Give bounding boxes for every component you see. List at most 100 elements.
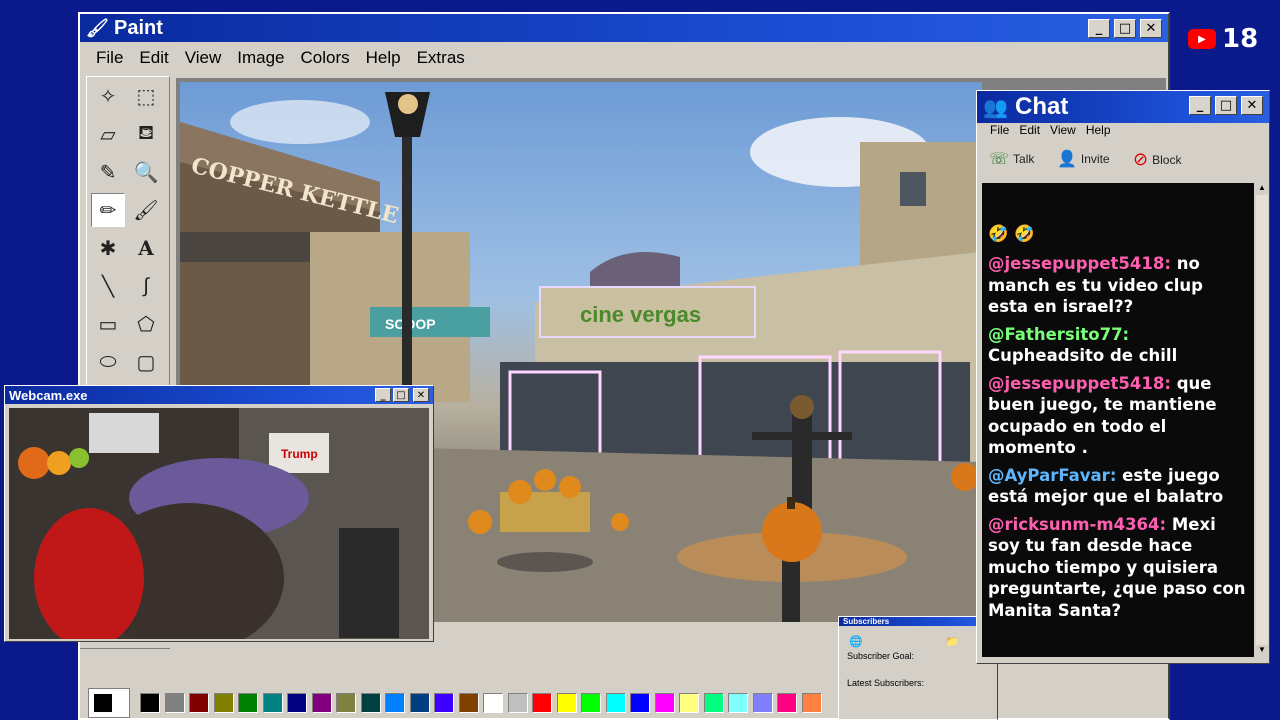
color-swatch[interactable] (679, 693, 699, 713)
chat-scrollbar[interactable]: ▲ ▼ (1256, 183, 1268, 657)
palette-swatches (140, 693, 826, 713)
color-swatch[interactable] (728, 693, 748, 713)
chat-text: Cupheadsito de chill (988, 346, 1178, 365)
menu-file[interactable]: File (88, 46, 131, 70)
magnifier-icon[interactable]: 🔍 (129, 155, 163, 189)
webcam-close-button[interactable]: ✕ (413, 388, 429, 402)
color-swatch[interactable] (336, 693, 356, 713)
color-swatch[interactable] (213, 693, 234, 713)
chat-menu-view[interactable]: View (1045, 123, 1081, 137)
color-swatch[interactable] (581, 693, 601, 713)
color-swatch[interactable] (140, 693, 160, 713)
current-colors[interactable] (88, 688, 130, 718)
webcam-titlebar[interactable]: Webcam.exe _ □ ✕ (5, 386, 433, 404)
airbrush-icon[interactable]: ✱ (91, 231, 125, 265)
brush-icon[interactable]: 🖌 (129, 193, 163, 227)
paint-app-icon: 🖌 (86, 18, 109, 38)
rectangle-icon[interactable]: ▭ (91, 307, 125, 341)
chat-username: @Fathersito77: (988, 324, 1130, 344)
chat-message: @jessepuppet5418: no manch es tu video c… (988, 253, 1248, 318)
menu-view[interactable]: View (177, 46, 230, 70)
chat-menu-help[interactable]: Help (1081, 123, 1116, 137)
color-swatch[interactable] (385, 693, 405, 713)
maximize-button[interactable]: □ (1114, 19, 1136, 38)
color-swatch[interactable] (409, 693, 430, 713)
color-swatch[interactable] (458, 693, 479, 713)
talk-icon: ☏ (989, 151, 1010, 168)
ellipse-icon[interactable]: ⬭ (91, 345, 125, 379)
chat-username: @jessepuppet5418: (988, 254, 1171, 273)
free-select-icon[interactable]: ✧ (91, 79, 125, 113)
color-swatch[interactable] (360, 693, 381, 713)
rounded-rect-icon[interactable]: ▢ (129, 345, 163, 379)
chat-menu-edit[interactable]: Edit (1014, 123, 1045, 137)
text-icon[interactable]: A (129, 231, 163, 265)
chat-title: Chat (1015, 93, 1069, 120)
color-swatch[interactable] (777, 693, 797, 713)
chat-message: @jessepuppet5418: que buen juego, te man… (988, 373, 1248, 459)
color-swatch[interactable] (189, 693, 209, 713)
talk-label: Talk (1013, 152, 1035, 166)
subscribers-title: Subscribers (843, 617, 890, 626)
color-swatch[interactable] (556, 693, 577, 713)
line-icon[interactable]: ╲ (91, 269, 125, 303)
color-swatch[interactable] (311, 693, 332, 713)
poster-label: Trump (281, 447, 318, 461)
rect-select-icon[interactable]: ⬚ (129, 79, 163, 113)
chat-message: @ricksunm-m4364: Mexi soy tu fan desde h… (988, 514, 1248, 622)
chat-menu-file[interactable]: File (985, 123, 1014, 137)
color-swatch[interactable] (238, 693, 258, 713)
webcam-drawing: Trump (9, 408, 429, 639)
fill-icon[interactable]: ⛾ (129, 117, 163, 151)
menu-edit[interactable]: Edit (131, 46, 176, 70)
block-button[interactable]: ⊘ Block (1133, 149, 1181, 170)
close-button[interactable]: ✕ (1140, 19, 1162, 38)
color-swatch[interactable] (630, 693, 650, 713)
color-swatch[interactable] (654, 693, 675, 713)
polygon-icon[interactable]: ⬠ (129, 307, 163, 341)
color-swatch[interactable] (703, 693, 724, 713)
invite-button[interactable]: 👤 Invite (1057, 149, 1110, 169)
webcam-minimize-button[interactable]: _ (375, 388, 391, 402)
latest-subscribers-label: Latest Subscribers: (847, 678, 925, 688)
youtube-subscriber-badge: ▶ 18 (1188, 24, 1258, 54)
color-swatch[interactable] (532, 693, 552, 713)
chat-message: @Fathersito77: Cupheadsito de chill (988, 324, 1248, 367)
status-area (80, 648, 170, 677)
talk-button[interactable]: ☏ Talk (989, 149, 1034, 169)
youtube-icon: ▶ (1188, 29, 1216, 49)
menu-extras[interactable]: Extras (409, 46, 473, 70)
menu-help[interactable]: Help (358, 46, 409, 70)
eraser-icon[interactable]: ▱ (91, 117, 125, 151)
chat-titlebar[interactable]: 👥 Chat _ □ ✕ (977, 91, 1269, 123)
pencil-icon[interactable]: ✏ (91, 193, 125, 227)
scroll-down-arrow[interactable]: ▼ (1256, 645, 1268, 657)
webcam-window: Webcam.exe _ □ ✕ Trump (4, 385, 434, 642)
color-picker-icon[interactable]: ✎ (91, 155, 125, 189)
chat-close-button[interactable]: ✕ (1241, 96, 1263, 115)
curve-icon[interactable]: ∫ (129, 269, 163, 303)
toolbox: ✧ ⬚ ▱ ⛾ ✎ 🔍 ✏ 🖌 ✱ A ╲ ∫ ▭ ⬠ ⬭ ▢ (86, 76, 170, 396)
color-swatch[interactable] (801, 693, 822, 713)
color-palette (88, 688, 826, 718)
color-swatch[interactable] (287, 693, 307, 713)
paint-menubar: File Edit View Image Colors Help Extras (88, 46, 473, 70)
menu-image[interactable]: Image (229, 46, 292, 70)
minimize-button[interactable]: _ (1088, 19, 1110, 38)
subscribers-panel: Subscribers 🌐 📁 Subscriber Goal: Latest … (838, 616, 998, 720)
color-swatch[interactable] (164, 693, 185, 713)
webcam-maximize-button[interactable]: □ (393, 388, 409, 402)
chat-partial-message: 🤣 🤣 (988, 224, 1035, 243)
color-swatch[interactable] (483, 693, 503, 713)
paint-titlebar[interactable]: 🖌 Paint _ □ ✕ (80, 14, 1168, 42)
color-swatch[interactable] (262, 693, 283, 713)
scroll-up-arrow[interactable]: ▲ (1256, 183, 1268, 195)
color-swatch[interactable] (507, 693, 528, 713)
folder-icon: 📁 (945, 636, 959, 648)
chat-minimize-button[interactable]: _ (1189, 96, 1211, 115)
color-swatch[interactable] (752, 693, 773, 713)
color-swatch[interactable] (605, 693, 626, 713)
menu-colors[interactable]: Colors (293, 46, 358, 70)
color-swatch[interactable] (434, 693, 454, 713)
chat-maximize-button[interactable]: □ (1215, 96, 1237, 115)
